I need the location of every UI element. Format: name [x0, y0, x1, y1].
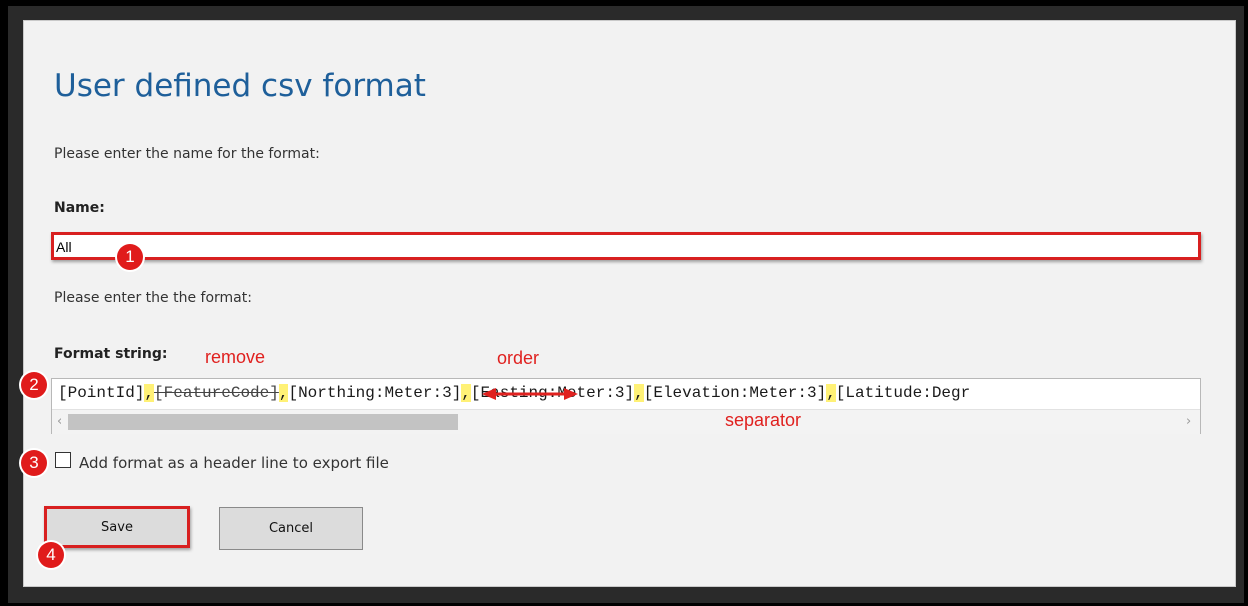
segment-latitude: [Latitude:Degr	[835, 384, 971, 402]
scrollbar-thumb[interactable]	[68, 414, 458, 430]
segment-point-id: [PointId]	[58, 384, 145, 402]
double-arrow-icon	[482, 388, 578, 400]
segment-elevation: [Elevation:Meter:3]	[643, 384, 827, 402]
cancel-button[interactable]: Cancel	[219, 507, 363, 550]
chevron-right-icon[interactable]: ›	[1186, 414, 1191, 429]
annotation-badge-3: 3	[21, 450, 47, 476]
chevron-left-icon[interactable]: ‹	[57, 414, 62, 429]
separator-highlight: ,	[634, 384, 644, 402]
annotation-separator: separator	[725, 410, 802, 430]
annotation-badge-4: 4	[38, 542, 64, 568]
separator-highlight: ,	[826, 384, 836, 402]
separator-highlight: ,	[144, 384, 155, 402]
separator-highlight: ,	[461, 384, 471, 402]
segment-feature-code: [FeatureCode]	[154, 384, 279, 402]
header-line-checkbox[interactable]	[55, 452, 71, 468]
segment-northing: [Northing:Meter:3]	[288, 384, 462, 402]
annotation-badge-1: 1	[117, 244, 143, 270]
name-label: Name:	[54, 200, 105, 216]
annotation-order: order	[497, 348, 540, 368]
annotation-remove: remove	[205, 347, 266, 367]
name-prompt: Please enter the name for the format:	[54, 146, 320, 162]
format-string-label: Format string:	[54, 346, 168, 362]
dialog-title: User defined csv format	[54, 68, 426, 104]
horizontal-scrollbar[interactable]: ‹ ›	[52, 409, 1200, 434]
name-input[interactable]: All	[51, 232, 1201, 260]
format-string-input[interactable]: [PointId],[FeatureCode],[Northing:Meter:…	[51, 378, 1201, 434]
header-line-label: Add format as a header line to export fi…	[79, 454, 389, 472]
format-prompt: Please enter the the format:	[54, 290, 252, 306]
annotation-badge-2: 2	[21, 372, 47, 398]
save-button[interactable]: Save	[44, 506, 190, 548]
